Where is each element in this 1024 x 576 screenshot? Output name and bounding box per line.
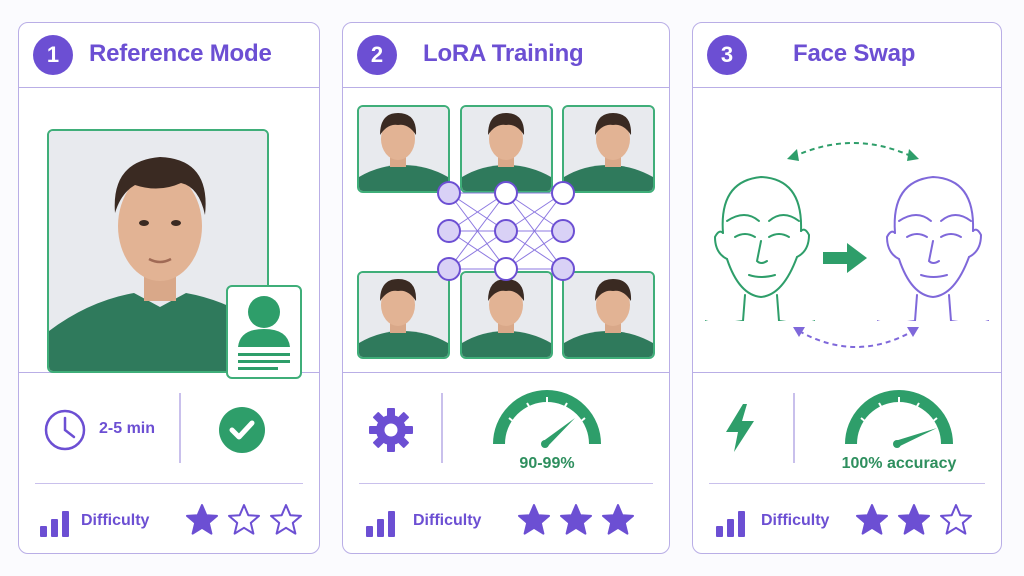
star-filled-icon: [602, 504, 634, 535]
lightning-icon: [723, 403, 757, 453]
step-number-badge: 2: [357, 35, 397, 75]
difficulty-stars: [185, 502, 307, 538]
star-empty-icon: [270, 504, 302, 535]
step-number-badge: 1: [33, 35, 73, 75]
difficulty-stars: [517, 502, 639, 538]
difficulty-stars: [855, 502, 977, 538]
face-angle-photo: [562, 105, 655, 193]
swap-arrows-icon: [787, 142, 919, 161]
face-outline-icon: [877, 175, 989, 321]
card-stats: 100% accuracy: [693, 373, 1001, 483]
gauge-icon: [489, 388, 605, 450]
bar-chart-icon: [715, 508, 747, 538]
card-visual: [343, 89, 669, 373]
difficulty-label: Difficulty: [413, 512, 482, 529]
difficulty-row: Difficulty: [359, 483, 653, 555]
face-outline-icon: [705, 175, 815, 321]
difficulty-row: Difficulty: [709, 483, 985, 555]
neural-network-icon: [437, 181, 575, 281]
difficulty-label: Difficulty: [81, 512, 150, 529]
difficulty-row: Difficulty: [35, 483, 303, 555]
check-circle-icon: [218, 406, 266, 454]
card-lora-training: 2 LoRA Training 90-99% Difficulty: [342, 22, 670, 554]
gear-icon: [367, 406, 415, 454]
card-title: LoRA Training: [423, 40, 584, 67]
star-filled-icon: [856, 504, 888, 535]
clock-icon: [43, 408, 87, 452]
star-filled-icon: [186, 504, 218, 535]
swap-arrows-icon: [793, 327, 919, 348]
card-title: Face Swap: [793, 40, 916, 67]
difficulty-label: Difficulty: [761, 512, 830, 529]
card-stats: 90-99%: [343, 373, 669, 483]
card-header: 2 LoRA Training: [343, 23, 669, 88]
card-stats: 2-5 min: [19, 373, 319, 483]
gauge-icon: [841, 388, 957, 450]
star-empty-icon: [940, 504, 972, 535]
stats-divider: [179, 393, 181, 463]
star-filled-icon: [898, 504, 930, 535]
card-reference-mode: 1 Reference Mode 2-5 min Difficulty: [18, 22, 320, 554]
step-number-badge: 3: [707, 35, 747, 75]
id-card-icon: [226, 285, 302, 379]
card-header: 3 Face Swap: [693, 23, 1001, 88]
arrow-right-icon: [823, 243, 867, 273]
accuracy-label: 90-99%: [519, 455, 575, 472]
card-visual: [19, 89, 319, 379]
card-header: 1 Reference Mode: [19, 23, 319, 88]
star-filled-icon: [560, 504, 592, 535]
face-angle-photo: [460, 105, 553, 193]
card-title: Reference Mode: [89, 40, 272, 67]
bar-chart-icon: [39, 508, 71, 538]
card-visual: [693, 89, 1001, 373]
bar-chart-icon: [365, 508, 397, 538]
face-angle-photo: [357, 105, 450, 193]
accuracy-label: 100% accuracy: [841, 455, 957, 472]
stats-divider: [441, 393, 443, 463]
time-estimate: 2-5 min: [99, 420, 156, 437]
star-filled-icon: [518, 504, 550, 535]
stats-divider: [793, 393, 795, 463]
star-empty-icon: [228, 504, 260, 535]
card-face-swap: 3 Face Swap 100% accuracy Difficulty: [692, 22, 1002, 554]
